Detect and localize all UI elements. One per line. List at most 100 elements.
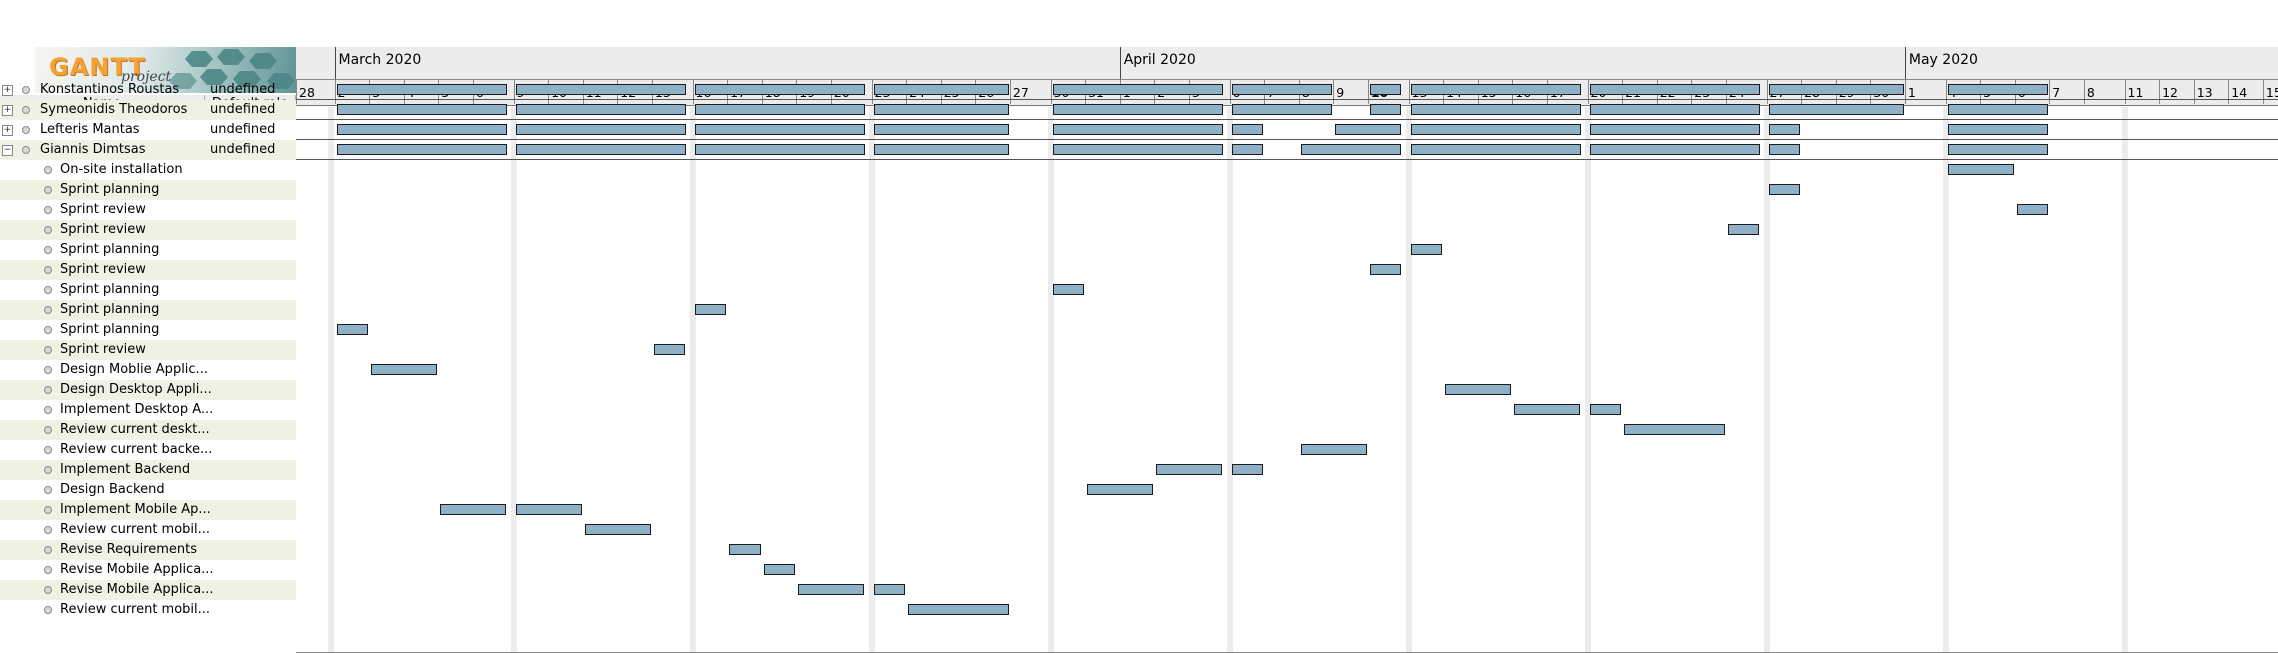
task-bar[interactable]	[1231, 84, 1333, 95]
task-bar[interactable]	[873, 84, 1009, 95]
task-bar[interactable]	[1410, 124, 1581, 135]
task-bar[interactable]	[908, 604, 1009, 615]
task-row[interactable]: Sprint review	[0, 220, 296, 240]
task-bar[interactable]	[1589, 84, 1760, 95]
task-bar[interactable]	[1087, 484, 1154, 495]
task-row[interactable]: Implement Desktop A...	[0, 400, 296, 420]
task-bar[interactable]	[1589, 404, 1622, 415]
task-bar[interactable]	[873, 144, 1009, 155]
task-bar[interactable]	[1300, 444, 1367, 455]
task-bar[interactable]	[515, 104, 686, 115]
task-row[interactable]: Sprint planning	[0, 280, 296, 300]
task-bar[interactable]	[1052, 284, 1085, 295]
task-row[interactable]: Design Moblie Applic...	[0, 360, 296, 380]
task-row[interactable]: On-site installation	[0, 160, 296, 180]
task-bar[interactable]	[694, 124, 865, 135]
task-bar[interactable]	[515, 504, 582, 515]
task-bar[interactable]	[1156, 464, 1223, 475]
task-row[interactable]: Review current mobil...	[0, 520, 296, 540]
task-row[interactable]: Implement Mobile Ap...	[0, 500, 296, 520]
expand-icon[interactable]: +	[2, 125, 13, 136]
task-bar[interactable]	[1589, 144, 1760, 155]
task-row[interactable]: Sprint review	[0, 200, 296, 220]
expand-icon[interactable]: +	[2, 105, 13, 116]
task-row[interactable]: Design Backend	[0, 480, 296, 500]
task-bar[interactable]	[1410, 144, 1581, 155]
task-bar[interactable]	[515, 124, 686, 135]
task-bar[interactable]	[1514, 404, 1581, 415]
task-bar[interactable]	[1369, 104, 1402, 115]
task-bar[interactable]	[371, 364, 438, 375]
task-bar[interactable]	[1727, 224, 1760, 235]
task-row[interactable]: Revise Mobile Applica...	[0, 580, 296, 600]
task-bar[interactable]	[1768, 124, 1801, 135]
task-bar[interactable]	[515, 144, 686, 155]
gantt-chart[interactable]: March 2020April 2020May 2020 28234569101…	[296, 47, 2278, 653]
task-row[interactable]: Design Desktop Appli...	[0, 380, 296, 400]
task-bar[interactable]	[873, 104, 1009, 115]
task-bar[interactable]	[1947, 84, 2049, 95]
task-row[interactable]: Sprint review	[0, 340, 296, 360]
resource-row[interactable]: + Symeonidis Theodoros undefined	[0, 100, 296, 120]
task-bar[interactable]	[1768, 104, 1904, 115]
resource-row[interactable]: + Lefteris Mantas undefined	[0, 120, 296, 140]
task-bar[interactable]	[694, 304, 727, 315]
task-row[interactable]: Implement Backend	[0, 460, 296, 480]
task-bar[interactable]	[694, 144, 865, 155]
task-bar[interactable]	[1768, 184, 1801, 195]
task-bar[interactable]	[1231, 104, 1333, 115]
task-bar[interactable]	[584, 524, 651, 535]
task-bar[interactable]	[1410, 84, 1581, 95]
task-bar[interactable]	[440, 504, 507, 515]
task-bar[interactable]	[1052, 84, 1223, 95]
task-bar[interactable]	[1369, 264, 1402, 275]
task-bar[interactable]	[1410, 244, 1443, 255]
task-bar[interactable]	[336, 144, 507, 155]
task-row[interactable]: Sprint review	[0, 260, 296, 280]
expand-icon[interactable]: +	[2, 85, 13, 96]
task-bar[interactable]	[694, 104, 865, 115]
task-bar[interactable]	[1410, 104, 1581, 115]
task-row[interactable]: Review current deskt...	[0, 420, 296, 440]
task-bar[interactable]	[1947, 104, 2049, 115]
task-bar[interactable]	[1052, 144, 1223, 155]
task-row[interactable]: Sprint planning	[0, 180, 296, 200]
task-bar[interactable]	[873, 584, 906, 595]
task-bar[interactable]	[1947, 144, 2049, 155]
task-bar[interactable]	[1589, 124, 1760, 135]
task-bar[interactable]	[1335, 124, 1402, 135]
task-row[interactable]: Revise Requirements	[0, 540, 296, 560]
task-bar[interactable]	[2016, 204, 2049, 215]
task-bar[interactable]	[1231, 124, 1264, 135]
task-bar[interactable]	[763, 564, 796, 575]
task-bar[interactable]	[873, 124, 1009, 135]
task-bar[interactable]	[1624, 424, 1725, 435]
task-bar[interactable]	[1947, 164, 2014, 175]
task-bar[interactable]	[336, 84, 507, 95]
task-row[interactable]: Sprint planning	[0, 300, 296, 320]
task-row[interactable]: Review current mobil...	[0, 600, 296, 620]
task-bar[interactable]	[1231, 144, 1264, 155]
task-bar[interactable]	[1231, 464, 1264, 475]
task-row[interactable]: Revise Mobile Applica...	[0, 560, 296, 580]
task-row[interactable]: Sprint planning	[0, 320, 296, 340]
resource-row[interactable]: + Konstantinos Roustas undefined	[0, 80, 296, 100]
task-bar[interactable]	[1052, 124, 1223, 135]
task-bar[interactable]	[694, 84, 865, 95]
task-bar[interactable]	[1947, 124, 2049, 135]
task-bar[interactable]	[336, 104, 507, 115]
task-bar[interactable]	[336, 324, 369, 335]
task-bar[interactable]	[1589, 104, 1760, 115]
task-bar[interactable]	[1768, 144, 1801, 155]
collapse-icon[interactable]: −	[2, 145, 13, 156]
task-bar[interactable]	[653, 344, 686, 355]
task-bar[interactable]	[798, 584, 865, 595]
task-bar[interactable]	[1768, 84, 1904, 95]
task-bar[interactable]	[729, 544, 761, 555]
resource-row[interactable]: − Giannis Dimtsas undefined	[0, 140, 296, 160]
task-bar[interactable]	[1052, 104, 1223, 115]
task-bar[interactable]	[515, 84, 686, 95]
task-bar[interactable]	[336, 124, 507, 135]
task-bar[interactable]	[1445, 384, 1512, 395]
task-row[interactable]: Review current backe...	[0, 440, 296, 460]
